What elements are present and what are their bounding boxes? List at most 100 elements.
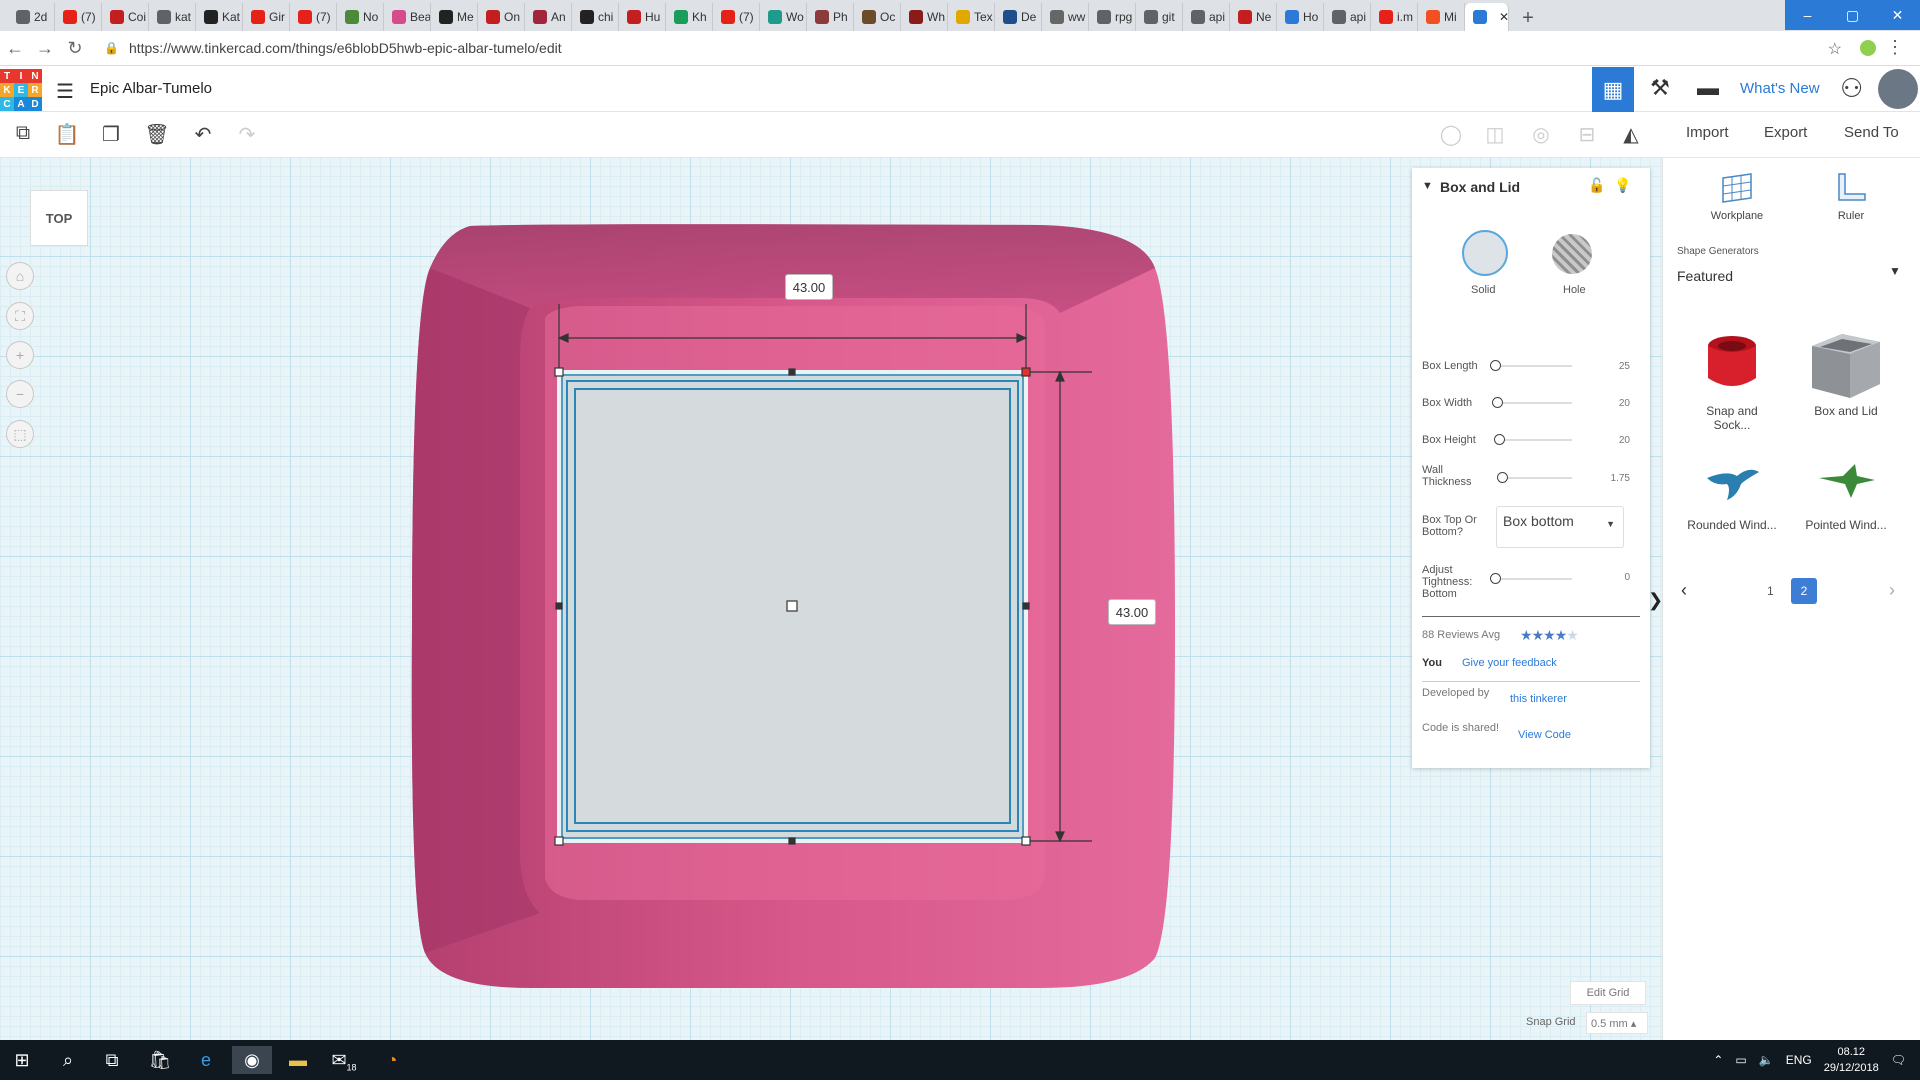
view-code-link[interactable]: View Code (1518, 729, 1571, 741)
param-value[interactable]: 1.75 (1611, 473, 1630, 484)
slider-knob[interactable] (1496, 472, 1508, 483)
redo-icon[interactable]: ↷ (234, 122, 260, 148)
light-icon[interactable]: ◯ (1438, 122, 1464, 148)
close-tab-icon[interactable]: ✕ (1499, 10, 1508, 24)
width-dimension-field[interactable]: 43.00 (785, 274, 833, 300)
group-icon[interactable]: ◫ (1482, 122, 1508, 148)
hole-swatch[interactable] (1552, 234, 1592, 274)
copy-icon[interactable]: ⧉ (10, 122, 36, 148)
chrome-icon[interactable]: ◉ (232, 1046, 272, 1074)
browser-tab[interactable]: No (337, 3, 384, 31)
home-view-icon[interactable]: ⌂ (6, 262, 34, 290)
box-top-select[interactable]: Box bottom ▼ (1496, 506, 1624, 548)
browser-tab[interactable]: Kat (196, 3, 243, 31)
search-icon[interactable]: ⌕ (48, 1046, 88, 1074)
design-title[interactable]: Epic Albar-Tumelo (90, 80, 212, 97)
edit-grid-button[interactable]: Edit Grid (1570, 981, 1646, 1005)
notifications-icon[interactable]: 🗨 (1891, 1053, 1906, 1067)
codeblocks-icon[interactable]: ⚒ (1645, 75, 1675, 105)
tightness-slider-knob[interactable] (1490, 573, 1501, 584)
view-cube[interactable]: TOP (30, 190, 88, 246)
shape-tile[interactable]: Pointed Wind... (1801, 456, 1891, 532)
workplane-button[interactable]: Workplane (1697, 170, 1777, 222)
undo-icon[interactable]: ↶ (190, 122, 216, 148)
browser-tab[interactable]: Mi (1418, 3, 1465, 31)
ruler-button[interactable]: Ruler (1811, 170, 1891, 222)
collapse-caret-icon[interactable]: ▼ (1422, 180, 1433, 192)
url-field[interactable]: 🔒 https://www.tinkercad.com/things/e6blo… (104, 40, 562, 56)
extension-icon[interactable] (1860, 40, 1876, 56)
depth-dimension-field[interactable]: 43.00 (1108, 599, 1156, 625)
duplicate-icon[interactable]: ❐ (98, 122, 124, 148)
browser-tab[interactable]: Oc (854, 3, 901, 31)
edge-icon[interactable]: e (186, 1046, 226, 1074)
slider-knob[interactable] (1494, 434, 1506, 445)
paste-icon[interactable]: 📋 (54, 122, 80, 148)
tray-chevron-icon[interactable]: ⌃ (1713, 1053, 1723, 1067)
browser-tab[interactable]: Coi (102, 3, 149, 31)
avatar[interactable] (1878, 69, 1918, 109)
shape-tile[interactable]: Box and Lid (1801, 328, 1891, 418)
language-indicator[interactable]: ENG (1786, 1053, 1812, 1067)
page-2-button[interactable]: 2 (1791, 578, 1817, 604)
param-value[interactable]: 20 (1619, 435, 1630, 446)
page-1-button[interactable]: 1 (1767, 584, 1774, 598)
browser-menu-icon[interactable]: ⋮ (1886, 37, 1904, 58)
developer-link[interactable]: this tinkerer (1510, 693, 1567, 705)
browser-tab[interactable]: ✕ (1465, 3, 1509, 31)
blender-icon[interactable]: ◔ (372, 1046, 412, 1074)
collapse-panel-icon[interactable]: ❯ (1648, 590, 1663, 611)
add-user-icon[interactable]: ⚇ (1840, 73, 1863, 104)
dropdown-arrow-icon[interactable]: ▼ (1889, 264, 1901, 278)
snap-grid-select[interactable]: 0.5 mm ▴ (1586, 1012, 1648, 1034)
tightness-slider-track[interactable] (1498, 578, 1572, 580)
browser-tab[interactable]: 2d (8, 3, 55, 31)
browser-tab[interactable]: Tex (948, 3, 995, 31)
slider-track[interactable] (1498, 365, 1572, 367)
browser-tab[interactable]: An (525, 3, 572, 31)
close-window-button[interactable]: ✕ (1875, 0, 1920, 30)
browser-tab[interactable]: (7) (713, 3, 760, 31)
browser-tab[interactable]: Bea (384, 3, 431, 31)
browser-tab[interactable]: Wo (760, 3, 807, 31)
back-icon[interactable]: ← (0, 38, 30, 59)
slider-track[interactable] (1498, 402, 1572, 404)
zoom-out-icon[interactable]: − (6, 380, 34, 408)
browser-tab[interactable]: Ph (807, 3, 854, 31)
browser-tab[interactable]: kat (149, 3, 196, 31)
tightness-value[interactable]: 0 (1624, 572, 1630, 583)
design-list-icon[interactable]: ☰ (56, 79, 74, 104)
browser-tab[interactable]: Gir (243, 3, 290, 31)
slider-knob[interactable] (1490, 360, 1501, 371)
tinkercad-logo[interactable]: TINKERCAD (0, 69, 42, 111)
3d-design-view-button[interactable]: ▦ (1592, 67, 1634, 112)
shape-tile[interactable]: Snap and Sock... (1687, 328, 1777, 432)
store-icon[interactable]: 🛍 (140, 1046, 180, 1074)
delete-icon[interactable]: 🗑 (144, 122, 170, 148)
volume-icon[interactable]: 🔈 (1759, 1053, 1774, 1067)
prev-page-icon[interactable]: ‹ (1681, 580, 1687, 601)
browser-tab[interactable]: ww (1042, 3, 1089, 31)
param-value[interactable]: 20 (1619, 398, 1630, 409)
network-icon[interactable]: ▭ (1735, 1053, 1746, 1067)
browser-tab[interactable]: (7) (55, 3, 102, 31)
minimize-button[interactable]: – (1785, 0, 1830, 30)
mirror-icon[interactable]: ◭ (1618, 122, 1644, 148)
bookmark-star-icon[interactable]: ☆ (1828, 39, 1842, 59)
mail-icon[interactable]: ✉18 (324, 1046, 364, 1074)
new-tab-button[interactable]: + (1515, 5, 1541, 31)
browser-tab[interactable]: Wh (901, 3, 948, 31)
perspective-icon[interactable]: ⬚ (6, 420, 34, 448)
clock[interactable]: 08.12 29/12/2018 (1824, 1044, 1879, 1076)
slider-track[interactable] (1498, 477, 1572, 479)
browser-tab[interactable]: Ho (1277, 3, 1324, 31)
fit-view-icon[interactable]: ⛶ (6, 302, 34, 330)
zoom-in-icon[interactable]: + (6, 341, 34, 369)
align-icon[interactable]: ⊟ (1574, 122, 1600, 148)
bricks-icon[interactable]: ▬ (1693, 75, 1723, 105)
shape-tile[interactable]: Rounded Wind... (1687, 456, 1777, 532)
browser-tab[interactable]: Me (431, 3, 478, 31)
param-value[interactable]: 25 (1619, 361, 1630, 372)
slider-knob[interactable] (1492, 397, 1504, 408)
task-view-icon[interactable]: ⧉ (92, 1046, 132, 1074)
